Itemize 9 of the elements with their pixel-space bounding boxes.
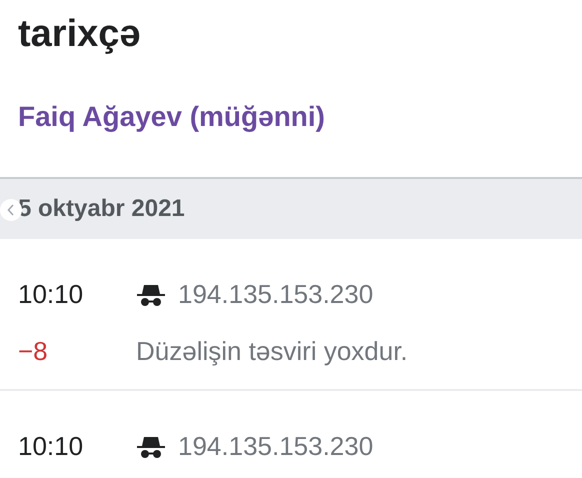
edit-time[interactable]: 10:10 bbox=[18, 431, 84, 462]
chevron-left-icon bbox=[7, 204, 15, 216]
article-link[interactable]: Faiq Ağayev (müğənni) bbox=[0, 58, 582, 134]
user-ip[interactable]: 194.135.153.230 bbox=[178, 275, 374, 314]
byte-change: −8 bbox=[18, 336, 48, 366]
edit-summary: Düzəlişin təsviri yoxdur. bbox=[136, 335, 408, 368]
page-title: tarixçə bbox=[17, 12, 142, 57]
user-ip[interactable]: 194.135.153.230 bbox=[178, 427, 374, 466]
edit-time[interactable]: 10:10 bbox=[18, 279, 84, 310]
